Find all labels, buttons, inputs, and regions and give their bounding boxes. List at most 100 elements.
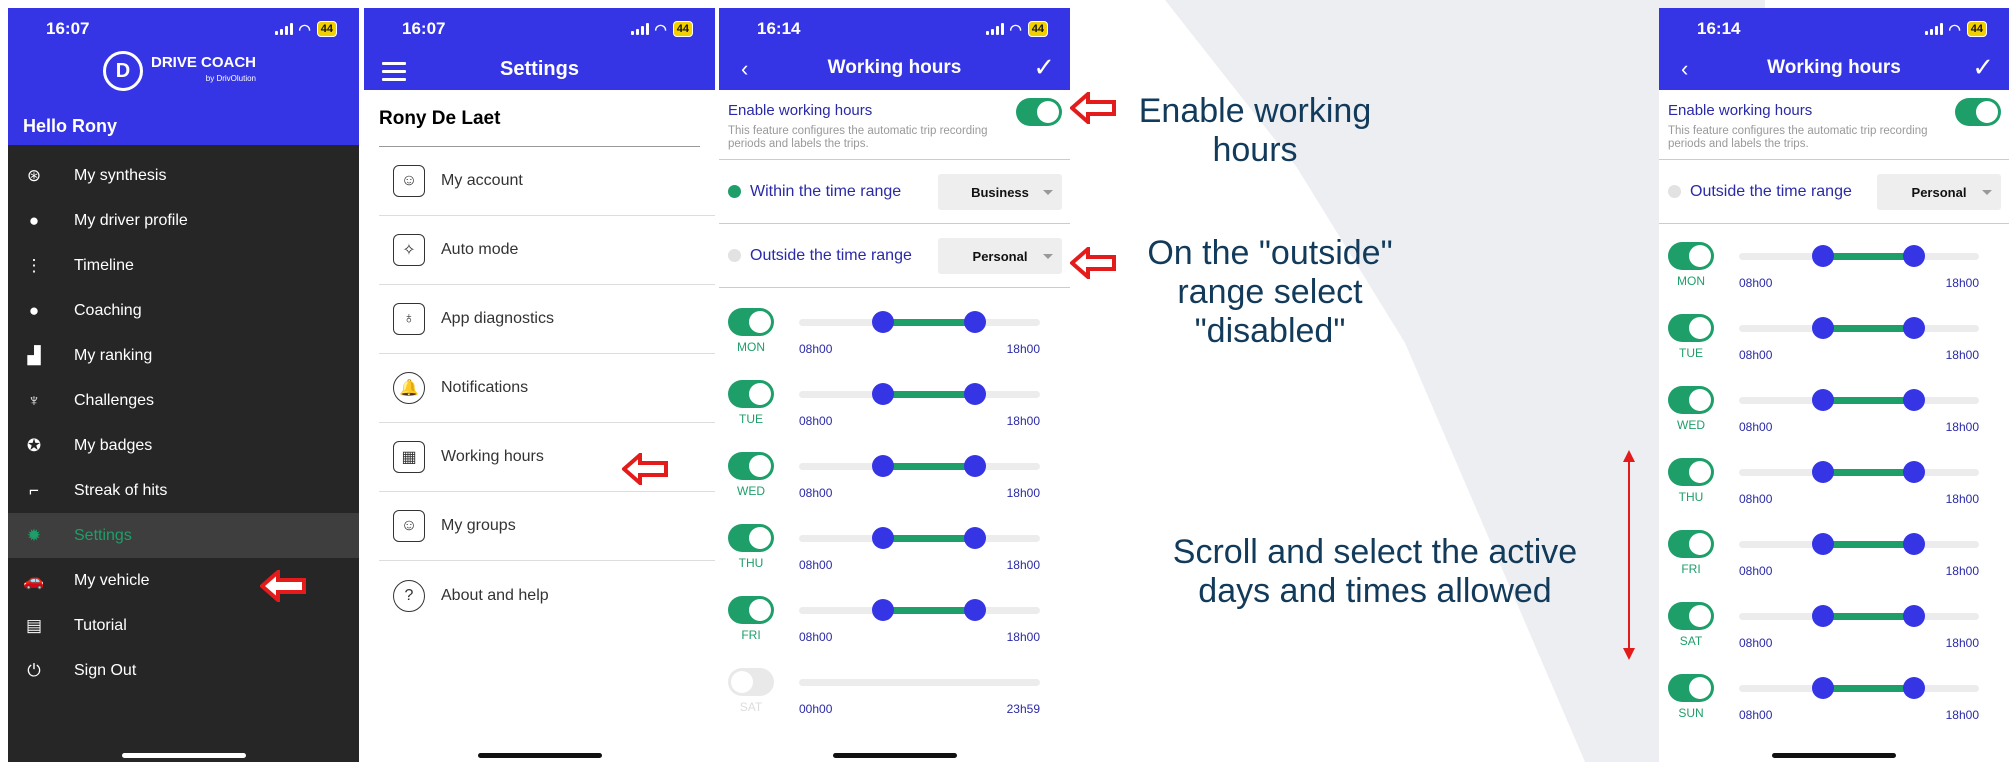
end-knob[interactable]: [1903, 533, 1926, 555]
settings-item-my-account[interactable]: ☺ My account: [379, 147, 715, 216]
scroll-double-arrow-icon: [1623, 450, 1635, 660]
settings-item-app-diagnostics[interactable]: ♁ App diagnostics: [379, 285, 715, 354]
signal-icon: [985, 23, 1004, 35]
slider-fill: [1823, 613, 1915, 620]
start-knob[interactable]: [872, 527, 895, 549]
confirm-check-icon[interactable]: ✓: [1972, 52, 1994, 83]
menu-item-tutorial[interactable]: ▤ Tutorial: [8, 603, 359, 648]
end-knob[interactable]: [1903, 605, 1926, 627]
end-knob[interactable]: [963, 383, 986, 405]
day-toggle[interactable]: [728, 452, 774, 480]
outside-dropdown[interactable]: Personal: [1877, 174, 2001, 210]
within-range-row[interactable]: Within the time range Business: [719, 160, 1070, 224]
settings-item-label: About and help: [441, 586, 549, 604]
outside-label: Outside the time range: [1690, 182, 1852, 200]
menu-item-timeline[interactable]: ⋮ Timeline: [8, 243, 359, 288]
menu-item-sign-out[interactable]: ⏻ Sign Out: [8, 648, 359, 693]
time-range-slider[interactable]: [799, 679, 1040, 686]
time-range-slider[interactable]: [1739, 389, 1979, 411]
end-knob[interactable]: [1903, 317, 1926, 339]
settings-item-notifications[interactable]: 🔔 Notifications: [379, 354, 715, 423]
menu-item-coaching[interactable]: ● Coaching: [8, 288, 359, 333]
menu-item-streak-of-hits[interactable]: ⌐ Streak of hits: [8, 468, 359, 513]
time-range-slider[interactable]: [1739, 677, 1979, 699]
app-header: 16:14 ◠ 44 ‹ Working hours ✓: [1659, 8, 2009, 90]
time-range-slider[interactable]: [799, 599, 1040, 621]
time-range-slider[interactable]: [799, 527, 1040, 549]
enable-toggle[interactable]: [1955, 98, 2001, 126]
end-knob[interactable]: [1903, 677, 1926, 699]
time-range-slider[interactable]: [1739, 461, 1979, 483]
menu-item-my-driver-profile[interactable]: ● My driver profile: [8, 198, 359, 243]
start-knob[interactable]: [872, 599, 895, 621]
menu-item-label: Tutorial: [74, 616, 127, 634]
outside-dropdown[interactable]: Personal: [938, 238, 1062, 274]
end-knob[interactable]: [963, 311, 986, 333]
day-toggle[interactable]: [1668, 314, 1714, 342]
enable-toggle[interactable]: [1016, 98, 1062, 126]
day-toggle[interactable]: [728, 380, 774, 408]
menu-item-label: My driver profile: [74, 211, 188, 229]
time-range-slider[interactable]: [799, 311, 1040, 333]
settings-item-label: My account: [441, 172, 523, 189]
day-toggle[interactable]: [1668, 386, 1714, 414]
signal-icon: [1924, 23, 1943, 35]
status-time: 16:14: [1697, 19, 1741, 38]
end-knob[interactable]: [963, 527, 986, 549]
menu-item-challenges[interactable]: ♆ Challenges: [8, 378, 359, 423]
day-row-fri: FRI 08h00 18h00: [1659, 530, 2009, 602]
settings-item-about-and-help[interactable]: ? About and help: [379, 561, 715, 630]
day-toggle[interactable]: [728, 668, 774, 696]
day-toggle[interactable]: [1668, 530, 1714, 558]
menu-item-settings[interactable]: ✹ Settings: [8, 513, 359, 558]
enable-description: This feature configures the automatic tr…: [1668, 125, 1928, 150]
phone-working-hours: 16:14 ◠ 44 ‹ Working hours ✓ Enable workin…: [719, 8, 1070, 762]
outside-range-row[interactable]: Outside the time range Personal: [1659, 160, 2009, 224]
day-row-wed: WED 08h00 18h00: [1659, 386, 2009, 458]
time-range-slider[interactable]: [1739, 245, 1979, 267]
stethoscope-icon: ♁: [393, 303, 425, 335]
day-toggle[interactable]: [728, 524, 774, 552]
phone-side-menu: 16:07 ◠ 44 D DRIVE COACH by DrivOlution He…: [8, 8, 359, 762]
start-knob[interactable]: [1812, 533, 1834, 555]
settings-item-my-groups[interactable]: ☺ My groups: [379, 492, 715, 561]
end-knob[interactable]: [1903, 461, 1926, 483]
day-name: WED: [1677, 418, 1705, 432]
end-time: 18h00: [1945, 708, 1979, 722]
time-range-slider[interactable]: [1739, 605, 1979, 627]
day-toggle[interactable]: [1668, 602, 1714, 630]
start-knob[interactable]: [1812, 461, 1834, 483]
menu-item-my-ranking[interactable]: ▟ My ranking: [8, 333, 359, 378]
day-toggle[interactable]: [1668, 458, 1714, 486]
start-knob[interactable]: [1812, 389, 1834, 411]
settings-list: ☺ My account ✧ Auto mode ♁ App diagnostics 🔔 No…: [364, 147, 715, 630]
time-range-slider[interactable]: [1739, 317, 1979, 339]
time-range-slider[interactable]: [799, 455, 1040, 477]
end-knob[interactable]: [963, 455, 986, 477]
end-knob[interactable]: [1903, 245, 1926, 267]
end-knob[interactable]: [963, 599, 986, 621]
time-range-slider[interactable]: [1739, 533, 1979, 555]
start-time: 08h00: [799, 558, 833, 572]
day-toggle[interactable]: [1668, 242, 1714, 270]
start-knob[interactable]: [1812, 677, 1834, 699]
end-time: 18h00: [1006, 342, 1040, 356]
start-knob[interactable]: [1812, 245, 1834, 267]
end-knob[interactable]: [1903, 389, 1926, 411]
outside-range-row[interactable]: Outside the time range Personal: [719, 224, 1070, 288]
home-indicator: [121, 753, 246, 758]
start-knob[interactable]: [872, 455, 895, 477]
start-knob[interactable]: [872, 383, 895, 405]
menu-item-my-badges[interactable]: ✪ My badges: [8, 423, 359, 468]
within-dropdown[interactable]: Business: [938, 174, 1062, 210]
start-knob[interactable]: [1812, 317, 1834, 339]
start-knob[interactable]: [1812, 605, 1834, 627]
time-range-slider[interactable]: [799, 383, 1040, 405]
settings-item-auto-mode[interactable]: ✧ Auto mode: [379, 216, 715, 285]
day-toggle[interactable]: [1668, 674, 1714, 702]
day-toggle[interactable]: [728, 596, 774, 624]
start-knob[interactable]: [872, 311, 895, 333]
confirm-check-icon[interactable]: ✓: [1033, 52, 1055, 83]
menu-item-my-synthesis[interactable]: ⊛ My synthesis: [8, 153, 359, 198]
day-toggle[interactable]: [728, 308, 774, 336]
